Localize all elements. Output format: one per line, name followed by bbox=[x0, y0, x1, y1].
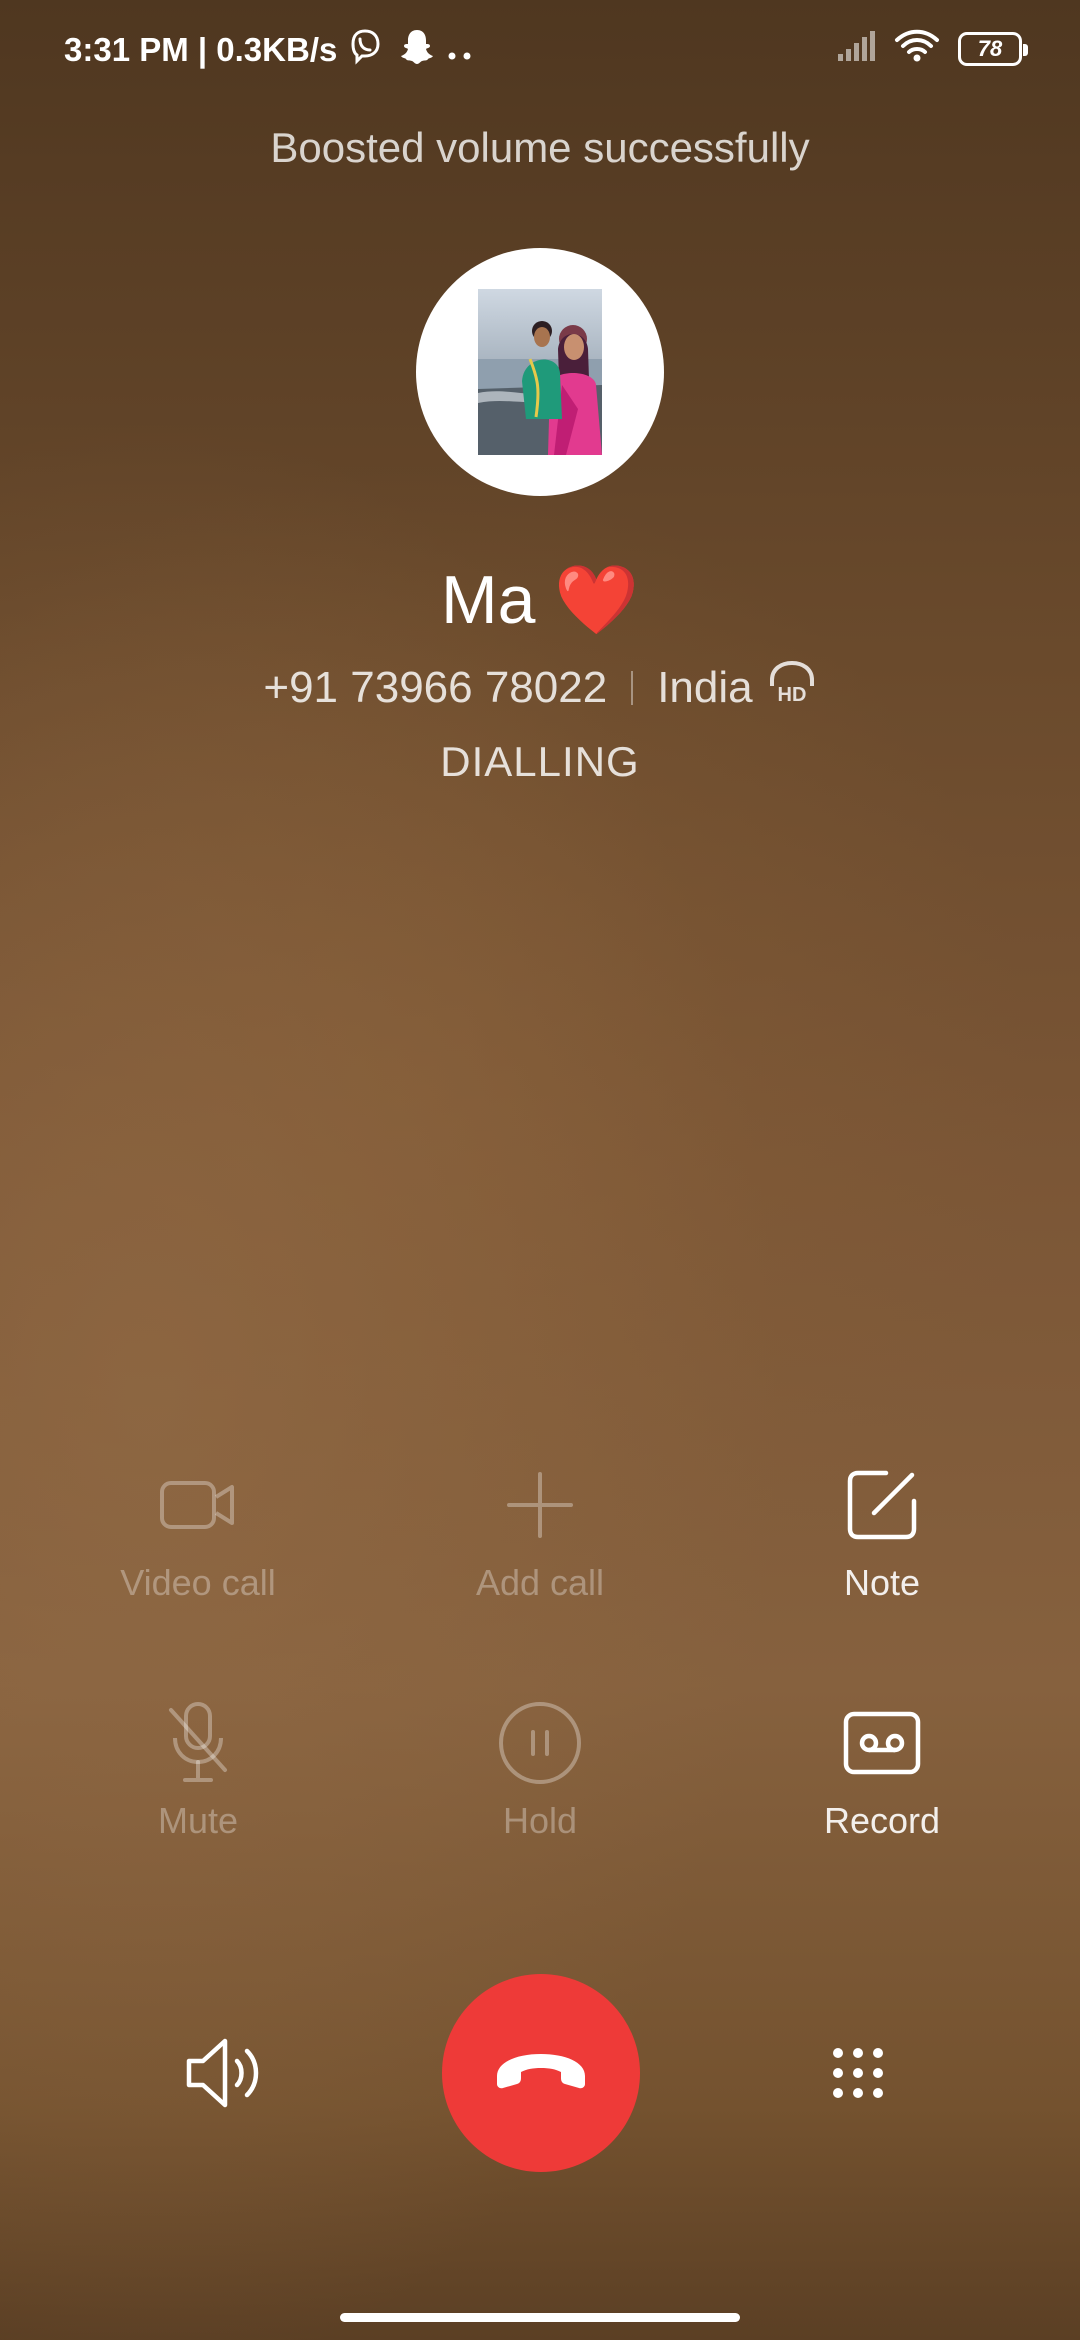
mute-label: Mute bbox=[157, 1800, 239, 1841]
hold-label: Hold bbox=[502, 1800, 578, 1841]
video-call-button[interactable]: Video call bbox=[48, 1460, 348, 1604]
mute-button[interactable]: Mute bbox=[48, 1698, 348, 1842]
status-left: 3:31 PM | 0.3KB/s bbox=[64, 26, 475, 74]
mic-off-icon bbox=[48, 1698, 348, 1788]
svg-text:HD: HD bbox=[777, 684, 806, 704]
call-status: DIALLING bbox=[440, 738, 640, 785]
signal-icon bbox=[836, 30, 876, 67]
home-indicator[interactable] bbox=[340, 2313, 740, 2322]
record-label: Record bbox=[823, 1800, 941, 1841]
status-right: 78 bbox=[836, 28, 1028, 69]
call-screen: 3:31 PM | 0.3KB/s 78 Boosted volume succ… bbox=[0, 0, 1080, 2340]
heart-emoji: ❤️ bbox=[554, 562, 640, 638]
note-button[interactable]: Note bbox=[732, 1460, 1032, 1604]
record-button[interactable]: Record bbox=[732, 1698, 1032, 1842]
location: India bbox=[657, 662, 753, 712]
divider bbox=[631, 670, 634, 705]
battery-level: 78 bbox=[977, 35, 1003, 61]
hd-voice-icon: HD bbox=[767, 660, 817, 715]
volume-toast: Boosted volume successfully bbox=[270, 124, 810, 171]
dialpad-icon bbox=[830, 2045, 886, 2106]
end-call-button[interactable] bbox=[442, 1974, 640, 2172]
battery-icon: 78 bbox=[958, 31, 1028, 66]
contact-photo bbox=[478, 289, 602, 455]
video-camera-icon bbox=[48, 1460, 348, 1550]
speaker-button[interactable] bbox=[170, 2030, 280, 2120]
contact-name: Ma ❤️ bbox=[0, 560, 1080, 640]
wifi-icon bbox=[894, 28, 940, 69]
hold-button[interactable]: Hold bbox=[390, 1698, 690, 1842]
more-notifications-icon bbox=[447, 31, 475, 69]
hang-up-icon bbox=[489, 2046, 593, 2101]
plus-icon bbox=[390, 1460, 690, 1550]
phone-number: +91 73966 78022 bbox=[263, 662, 608, 712]
record-tape-icon bbox=[732, 1698, 1032, 1788]
video-call-label: Video call bbox=[120, 1562, 276, 1603]
snapchat-icon bbox=[399, 27, 435, 73]
note-label: Note bbox=[843, 1562, 921, 1603]
contact-name-text: Ma bbox=[440, 562, 536, 638]
note-edit-icon bbox=[732, 1460, 1032, 1550]
number-row: +91 73966 78022 India HD bbox=[0, 660, 1080, 715]
viber-icon bbox=[345, 26, 385, 74]
status-bar: 3:31 PM | 0.3KB/s 78 bbox=[0, 0, 1080, 100]
speaker-icon bbox=[183, 2035, 267, 2116]
dialpad-button[interactable] bbox=[808, 2030, 908, 2120]
pause-icon bbox=[390, 1698, 690, 1788]
add-call-label: Add call bbox=[475, 1562, 605, 1603]
add-call-button[interactable]: Add call bbox=[390, 1460, 690, 1604]
contact-avatar bbox=[416, 248, 664, 496]
status-time-speed: 3:31 PM | 0.3KB/s bbox=[64, 31, 338, 68]
